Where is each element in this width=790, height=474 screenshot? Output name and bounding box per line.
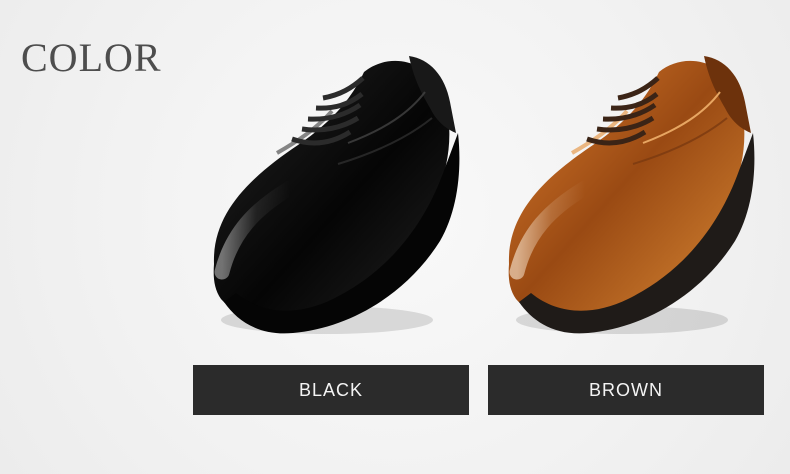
brown-option-button[interactable]: BROWN bbox=[488, 365, 764, 415]
color-selection-section: COLOR BLACK BROWN bbox=[0, 0, 790, 474]
black-option-button[interactable]: BLACK bbox=[193, 365, 469, 415]
black-dress-shoe-image bbox=[180, 28, 480, 348]
brown-dress-shoe-image bbox=[475, 28, 775, 348]
section-title: COLOR bbox=[21, 35, 162, 80]
